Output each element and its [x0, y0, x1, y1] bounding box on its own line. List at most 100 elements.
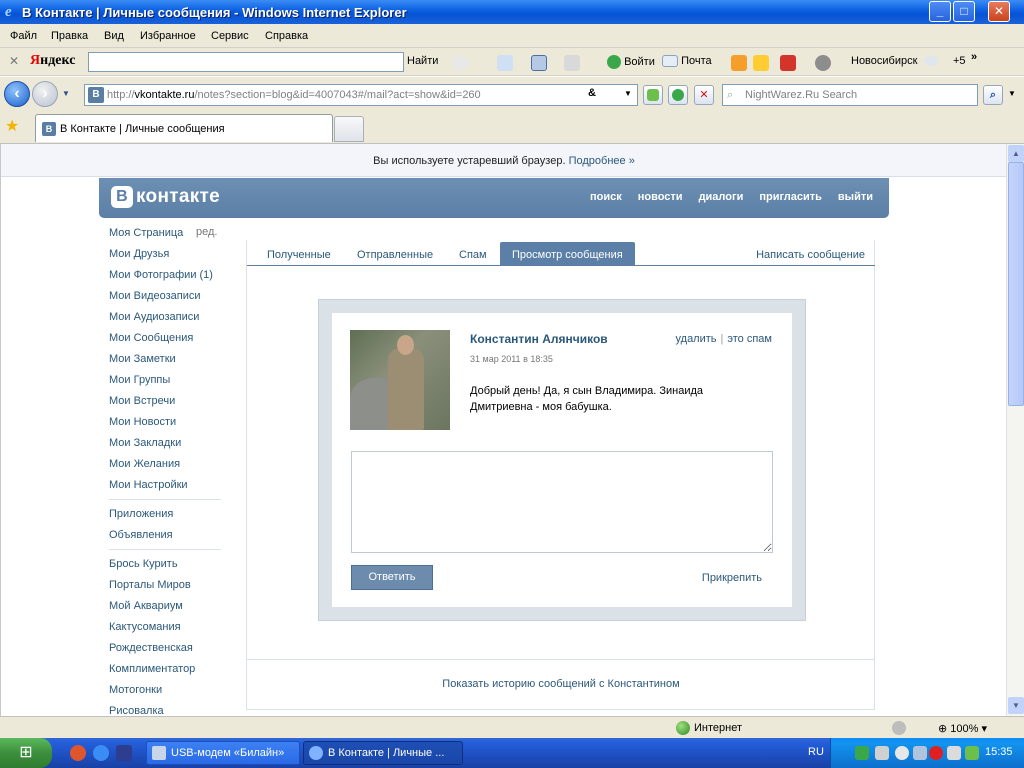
- nav-news[interactable]: новости: [638, 191, 683, 203]
- tray-network-icon[interactable]: [855, 746, 869, 760]
- sidebar-item-events[interactable]: Мои Встречи: [109, 394, 224, 415]
- quicklaunch-app-icon[interactable]: [116, 745, 132, 761]
- show-history-link[interactable]: Показать историю сообщений с Константино…: [247, 678, 875, 690]
- tab-view-message[interactable]: Просмотр сообщения: [500, 242, 635, 266]
- scroll-up-icon[interactable]: ▲: [1008, 145, 1024, 162]
- scroll-down-icon[interactable]: ▼: [1008, 697, 1024, 714]
- menu-view[interactable]: Вид: [104, 30, 124, 42]
- toolbar-close-icon[interactable]: ✕: [9, 54, 19, 68]
- minimize-button[interactable]: _: [929, 1, 951, 22]
- sidebar-item-groups[interactable]: Мои Группы: [109, 373, 224, 394]
- yandex-find-button[interactable]: Найти: [407, 55, 438, 67]
- mark-spam-link[interactable]: это спам: [727, 333, 772, 345]
- menu-edit[interactable]: Правка: [51, 30, 88, 42]
- sidebar-item-notes[interactable]: Мои Заметки: [109, 352, 224, 373]
- delete-message-link[interactable]: удалить: [676, 333, 717, 345]
- sender-avatar[interactable]: [350, 330, 450, 430]
- tab-sent[interactable]: Отправленные: [357, 249, 433, 261]
- url-field[interactable]: B http://vkontakte.ru/notes?section=blog…: [84, 84, 638, 106]
- sidebar-app-item[interactable]: Рождественская: [109, 641, 224, 662]
- toolbar-more-chevron-icon[interactable]: »: [971, 51, 977, 63]
- page-scrollbar[interactable]: ▲ ▼: [1006, 144, 1024, 716]
- back-button[interactable]: ‹: [4, 81, 30, 107]
- tab-spam[interactable]: Спам: [459, 249, 487, 261]
- sidebar-app-item[interactable]: Мотогонки: [109, 683, 224, 704]
- quicklaunch-ie-icon[interactable]: [93, 745, 109, 761]
- start-button[interactable]: ⊞: [0, 738, 52, 768]
- vk-logo[interactable]: Bконтакте: [111, 186, 220, 210]
- sidebar-item-videos[interactable]: Мои Видеозаписи: [109, 289, 224, 310]
- mail-button[interactable]: Почта: [662, 55, 712, 68]
- sidebar-app-item[interactable]: Мой Аквариум: [109, 599, 224, 620]
- search-field[interactable]: ⌕ NightWarez.Ru Search: [722, 84, 978, 106]
- tray-volume-icon[interactable]: [913, 746, 927, 760]
- menu-tools[interactable]: Сервис: [211, 30, 249, 42]
- taskbar-usb-modem[interactable]: USB-модем «Билайн»: [146, 741, 300, 765]
- tray-sync-icon[interactable]: [895, 746, 909, 760]
- sidebar-item-news[interactable]: Мои Новости: [109, 415, 224, 436]
- tray-monitor-icon[interactable]: [875, 746, 889, 760]
- stop-icon[interactable]: ✕: [694, 85, 714, 105]
- maximize-button[interactable]: □: [953, 1, 975, 22]
- weather-city[interactable]: Новосибирск: [851, 55, 917, 67]
- close-button[interactable]: ✕: [988, 1, 1010, 22]
- tray-app-icon[interactable]: [947, 746, 961, 760]
- attach-link[interactable]: Прикрепить: [702, 572, 762, 584]
- menu-help[interactable]: Справка: [265, 30, 308, 42]
- spellcheck-icon[interactable]: [497, 55, 513, 71]
- nav-logout[interactable]: выйти: [838, 191, 873, 203]
- reply-textarea[interactable]: [351, 451, 773, 553]
- yandex-search-input[interactable]: [88, 52, 404, 72]
- weather-icon-1[interactable]: [731, 55, 747, 71]
- reply-button[interactable]: Ответить: [351, 565, 433, 590]
- sidebar-item-audio[interactable]: Мои Аудиозаписи: [109, 310, 224, 331]
- sender-name[interactable]: Константин Алянчиков: [470, 332, 608, 346]
- games-icon[interactable]: [753, 55, 769, 71]
- input-language[interactable]: RU: [808, 746, 824, 758]
- quicklaunch-browser-icon[interactable]: [70, 745, 86, 761]
- notice-more-link[interactable]: Подробнее »: [569, 155, 635, 167]
- new-tab-button[interactable]: [334, 116, 364, 142]
- tab-received[interactable]: Полученные: [267, 249, 331, 261]
- sidebar-item-photos[interactable]: Мои Фотографии (1): [109, 268, 224, 289]
- sidebar-item-bookmarks[interactable]: Мои Закладки: [109, 436, 224, 457]
- sidebar-item-settings[interactable]: Мои Настройки: [109, 478, 224, 499]
- chat-icon[interactable]: [452, 55, 468, 71]
- keyboard-layout-icon[interactable]: &: [588, 87, 596, 99]
- url-dropdown-icon[interactable]: ▼: [624, 89, 632, 98]
- sidebar-item-apps[interactable]: Приложения: [109, 507, 224, 528]
- sidebar-app-item[interactable]: Рисовалка: [109, 704, 224, 716]
- sidebar-app-item[interactable]: Комплиментатор: [109, 662, 224, 683]
- menu-favorites[interactable]: Избранное: [140, 30, 196, 42]
- write-message-link[interactable]: Написать сообщение: [756, 249, 865, 261]
- nav-dialogs[interactable]: диалоги: [699, 191, 744, 203]
- sidebar-app-item[interactable]: Кактусомания: [109, 620, 224, 641]
- sidebar-item-friends[interactable]: Мои Друзья: [109, 247, 224, 268]
- login-button[interactable]: Войти: [607, 55, 655, 69]
- refresh-icon[interactable]: [668, 85, 688, 105]
- dictionary-icon[interactable]: [564, 55, 580, 71]
- browser-tab-active[interactable]: B В Контакте | Личные сообщения: [35, 114, 333, 142]
- settings-gear-icon[interactable]: [815, 55, 831, 71]
- compat-view-icon[interactable]: [643, 85, 663, 105]
- nav-invite[interactable]: пригласить: [759, 191, 822, 203]
- search-button[interactable]: ⌕: [983, 85, 1003, 105]
- tray-nvidia-icon[interactable]: [965, 746, 979, 760]
- nav-search[interactable]: поиск: [590, 191, 622, 203]
- favorites-star-icon[interactable]: ★: [5, 116, 19, 136]
- sidebar-app-item[interactable]: Порталы Миров: [109, 578, 224, 599]
- zoom-level[interactable]: ⊕ 100% ▾: [938, 722, 987, 735]
- sidebar-app-item[interactable]: Брось Курить: [109, 557, 224, 578]
- translate-icon[interactable]: [531, 55, 547, 71]
- search-options-icon[interactable]: ▼: [1008, 89, 1016, 98]
- sidebar-item-ads[interactable]: Объявления: [109, 528, 224, 549]
- taskbar-ie-window[interactable]: В Контакте | Личные ...: [303, 741, 463, 765]
- tray-antivirus-icon[interactable]: [929, 746, 943, 760]
- sidebar-item-messages[interactable]: Мои Сообщения: [109, 331, 224, 352]
- forward-button[interactable]: ›: [32, 81, 58, 107]
- sidebar-edit-link[interactable]: ред.: [196, 226, 217, 238]
- scroll-thumb[interactable]: [1008, 162, 1024, 406]
- gift-icon[interactable]: [780, 55, 796, 71]
- sidebar-item-wishes[interactable]: Мои Желания: [109, 457, 224, 478]
- menu-file[interactable]: Файл: [10, 30, 37, 42]
